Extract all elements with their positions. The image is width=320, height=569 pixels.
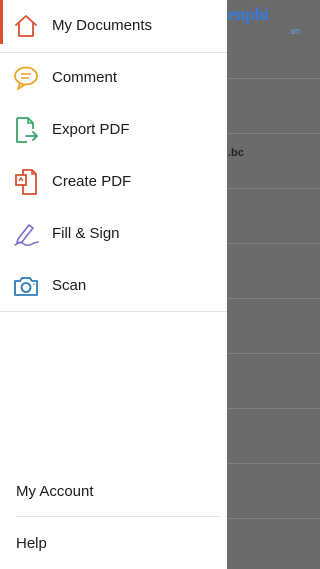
help-link[interactable]: Help xyxy=(16,535,47,552)
menu-item-comment[interactable]: Comment xyxy=(0,52,227,104)
divider xyxy=(16,516,219,517)
background-filename-fragment: .bc xyxy=(228,147,244,159)
background-row-divider xyxy=(227,243,320,244)
background-row-divider xyxy=(227,353,320,354)
menu-item-label: My Documents xyxy=(52,17,153,34)
watermark-suffix: .vn xyxy=(288,26,301,36)
create-pdf-icon xyxy=(12,168,40,196)
background-row-divider xyxy=(227,518,320,519)
menu-item-create-pdf[interactable]: Create PDF xyxy=(0,156,227,208)
export-pdf-icon xyxy=(12,116,40,144)
divider xyxy=(0,311,227,312)
fill-sign-icon xyxy=(12,220,40,248)
background-row-divider xyxy=(227,188,320,189)
background-row-divider xyxy=(227,133,320,134)
menu-item-fill-sign[interactable]: Fill & Sign xyxy=(0,208,227,260)
menu-item-label: Scan xyxy=(52,277,87,294)
menu-item-scan[interactable]: Scan xyxy=(0,260,227,312)
background-row-divider xyxy=(227,463,320,464)
menu-item-export-pdf[interactable]: Export PDF xyxy=(0,104,227,156)
active-indicator xyxy=(0,0,3,44)
navigation-drawer: My Documents Comment Export PDF Create P… xyxy=(0,0,227,569)
my-account-link[interactable]: My Account xyxy=(16,483,94,500)
background-row-divider xyxy=(227,298,320,299)
menu-item-label: Export PDF xyxy=(52,121,130,138)
menu-item-label: Comment xyxy=(52,69,118,86)
comment-icon xyxy=(12,64,40,92)
menu-item-label: Create PDF xyxy=(52,173,132,190)
background-row-divider xyxy=(227,408,320,409)
menu-item-label: Fill & Sign xyxy=(52,225,120,242)
background-row-divider xyxy=(227,78,320,79)
camera-icon xyxy=(12,272,40,300)
home-icon xyxy=(12,12,40,40)
menu-item-my-documents[interactable]: My Documents xyxy=(0,0,227,52)
